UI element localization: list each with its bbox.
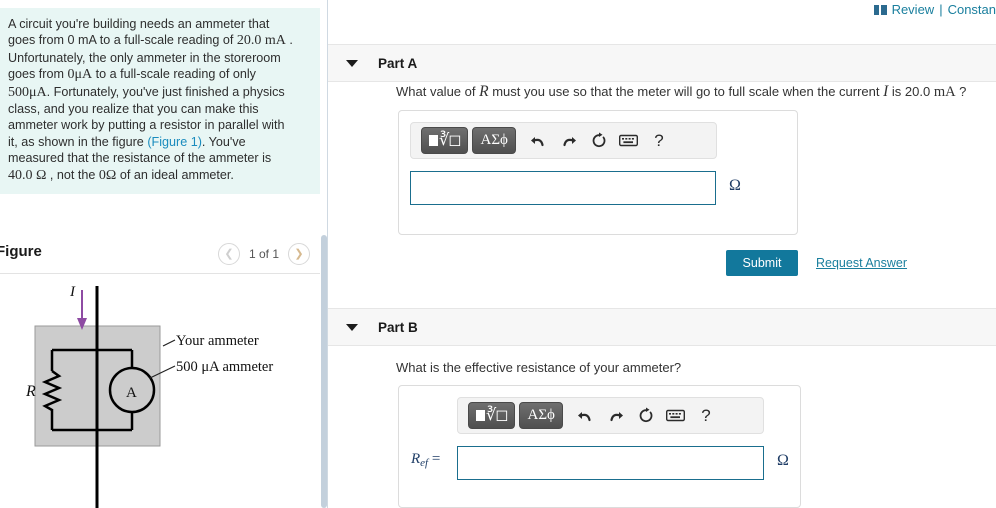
caret-down-icon[interactable] xyxy=(346,323,358,331)
greek-symbols-button[interactable]: ΑΣϕ xyxy=(519,402,563,429)
constants-link[interactable]: Constan xyxy=(948,2,996,17)
figure-title: Figure xyxy=(0,243,42,260)
problem-line-10d: of an ideal ammeter. xyxy=(116,167,234,182)
problem-value-40ohm: 40.0 Ω xyxy=(8,167,47,183)
part-b-answer-input[interactable] xyxy=(457,446,764,480)
circuit-diagram: I R A Your ammeter 500 μA ammeter xyxy=(0,278,320,508)
undo-icon[interactable] xyxy=(573,403,599,429)
part-a-submit-button[interactable]: Submit xyxy=(726,250,798,276)
figure-next-button[interactable]: ❯ xyxy=(288,243,310,265)
part-a-unit-omega: Ω xyxy=(729,177,741,194)
greek-label: ΑΣϕ xyxy=(527,407,555,423)
page-root: A circuit you're building needs an ammet… xyxy=(0,0,996,508)
problem-line-7: ammeter work by putting a resistor in pa… xyxy=(8,118,285,133)
svg-text:R: R xyxy=(25,383,36,400)
problem-line-2a: goes from 0 mA to a full-scale reading o… xyxy=(8,33,237,48)
problem-line-8c: . You've xyxy=(201,134,246,149)
part-a-question-post: is 20.0 xyxy=(888,84,934,99)
part-a-request-answer-link[interactable]: Request Answer xyxy=(816,256,907,270)
problem-value-0ohm: 0Ω xyxy=(98,167,117,183)
part-a-question: What value of R must you use so that the… xyxy=(396,83,966,101)
undo-icon[interactable] xyxy=(526,128,552,154)
left-panel: A circuit you're building needs an ammet… xyxy=(0,0,328,508)
part-a-header[interactable]: Part A xyxy=(328,44,996,82)
problem-value-full-scale: 20.0 mA xyxy=(236,33,286,49)
square-glyph xyxy=(429,135,438,146)
part-b-var-sub: ef xyxy=(420,457,429,469)
svg-text:500 μA ammeter: 500 μA ammeter xyxy=(176,359,273,375)
nth-root-glyph: ∛◻ xyxy=(439,131,462,149)
svg-text:A: A xyxy=(126,385,137,401)
problem-line-8a: it, as shown in the figure xyxy=(8,134,148,149)
caret-down-icon[interactable] xyxy=(346,59,358,67)
part-b-variable-label: Ref = xyxy=(411,451,440,469)
sqrt-button[interactable]: ∛◻ xyxy=(421,127,469,154)
header-separator: | xyxy=(939,2,943,17)
help-icon[interactable]: ? xyxy=(693,403,719,429)
svg-text:I: I xyxy=(69,284,76,300)
book-icon xyxy=(873,4,887,15)
redo-icon[interactable] xyxy=(556,128,582,154)
problem-line-10b: , not the xyxy=(46,167,99,182)
review-constants-bar: Review | Constan xyxy=(873,2,996,17)
part-b-header[interactable]: Part B xyxy=(328,308,996,346)
greek-symbols-button[interactable]: ΑΣϕ xyxy=(472,127,516,154)
problem-line-1: A circuit you're building needs an ammet… xyxy=(8,17,270,31)
part-a-question-mid: must you use so that the meter will go t… xyxy=(488,84,884,99)
problem-line-5b: . Fortunately, you've just finished a ph… xyxy=(46,84,285,99)
problem-line-4c: to a full-scale reading of only xyxy=(92,67,256,82)
part-b-question: What is the effective resistance of your… xyxy=(396,360,682,375)
part-b-answer-box: ∛◻ ΑΣϕ ? Ref = Ω xyxy=(398,385,801,508)
help-glyph: ? xyxy=(701,405,711,425)
part-b-unit-omega: Ω xyxy=(777,452,789,469)
problem-line-4a: goes from xyxy=(8,67,68,82)
part-a-question-end: ? xyxy=(955,84,967,99)
part-a-var-r: R xyxy=(479,83,489,100)
keyboard-icon[interactable] xyxy=(616,128,642,154)
problem-value-zero-ua: 0μA xyxy=(67,67,93,83)
part-b-var-r: R xyxy=(411,451,421,467)
sqrt-button[interactable]: ∛◻ xyxy=(468,402,516,429)
part-a-answer-box: ∛◻ ΑΣϕ ? Ω xyxy=(398,110,798,235)
part-a-answer-input[interactable] xyxy=(410,171,716,205)
help-glyph: ? xyxy=(654,130,664,150)
keyboard-icon[interactable] xyxy=(663,403,689,429)
right-panel: Review | Constan Part A What value of R … xyxy=(328,0,996,508)
svg-text:Your ammeter: Your ammeter xyxy=(176,333,259,349)
reset-icon[interactable] xyxy=(633,403,659,429)
review-link[interactable]: Review xyxy=(892,2,935,17)
part-b-var-equals: = xyxy=(431,451,441,467)
part-a-math-toolbar: ∛◻ ΑΣϕ ? xyxy=(410,122,717,159)
part-a-question-pre: What value of xyxy=(396,84,480,99)
part-b-math-toolbar: ∛◻ ΑΣϕ ? xyxy=(457,397,764,434)
figure-divider xyxy=(0,273,320,274)
problem-line-3: Unfortunately, the only ammeter in the s… xyxy=(8,50,281,65)
nth-root-glyph: ∛◻ xyxy=(486,406,509,424)
part-a-unit-ma: mA xyxy=(933,84,956,100)
figure-prev-button[interactable]: ❮ xyxy=(217,243,240,265)
part-a-label: Part A xyxy=(378,55,418,71)
greek-label: ΑΣϕ xyxy=(480,132,508,148)
problem-line-9: measured that the resistance of the amme… xyxy=(8,151,272,166)
figure-pager-label: 1 of 1 xyxy=(248,247,279,261)
problem-line-6: class, and you realize that you can make… xyxy=(8,102,259,117)
problem-line-2c: . xyxy=(285,33,293,48)
redo-icon[interactable] xyxy=(603,403,629,429)
reset-icon[interactable] xyxy=(586,128,612,154)
problem-value-500ua: 500μA xyxy=(8,84,47,100)
part-b-label: Part B xyxy=(378,319,418,335)
figure-pager: ❮ 1 of 1 ❯ xyxy=(217,243,310,265)
square-glyph xyxy=(476,410,485,421)
problem-statement: A circuit you're building needs an ammet… xyxy=(0,8,320,195)
help-icon[interactable]: ? xyxy=(646,128,672,154)
figure-link[interactable]: (Figure 1) xyxy=(147,135,202,149)
